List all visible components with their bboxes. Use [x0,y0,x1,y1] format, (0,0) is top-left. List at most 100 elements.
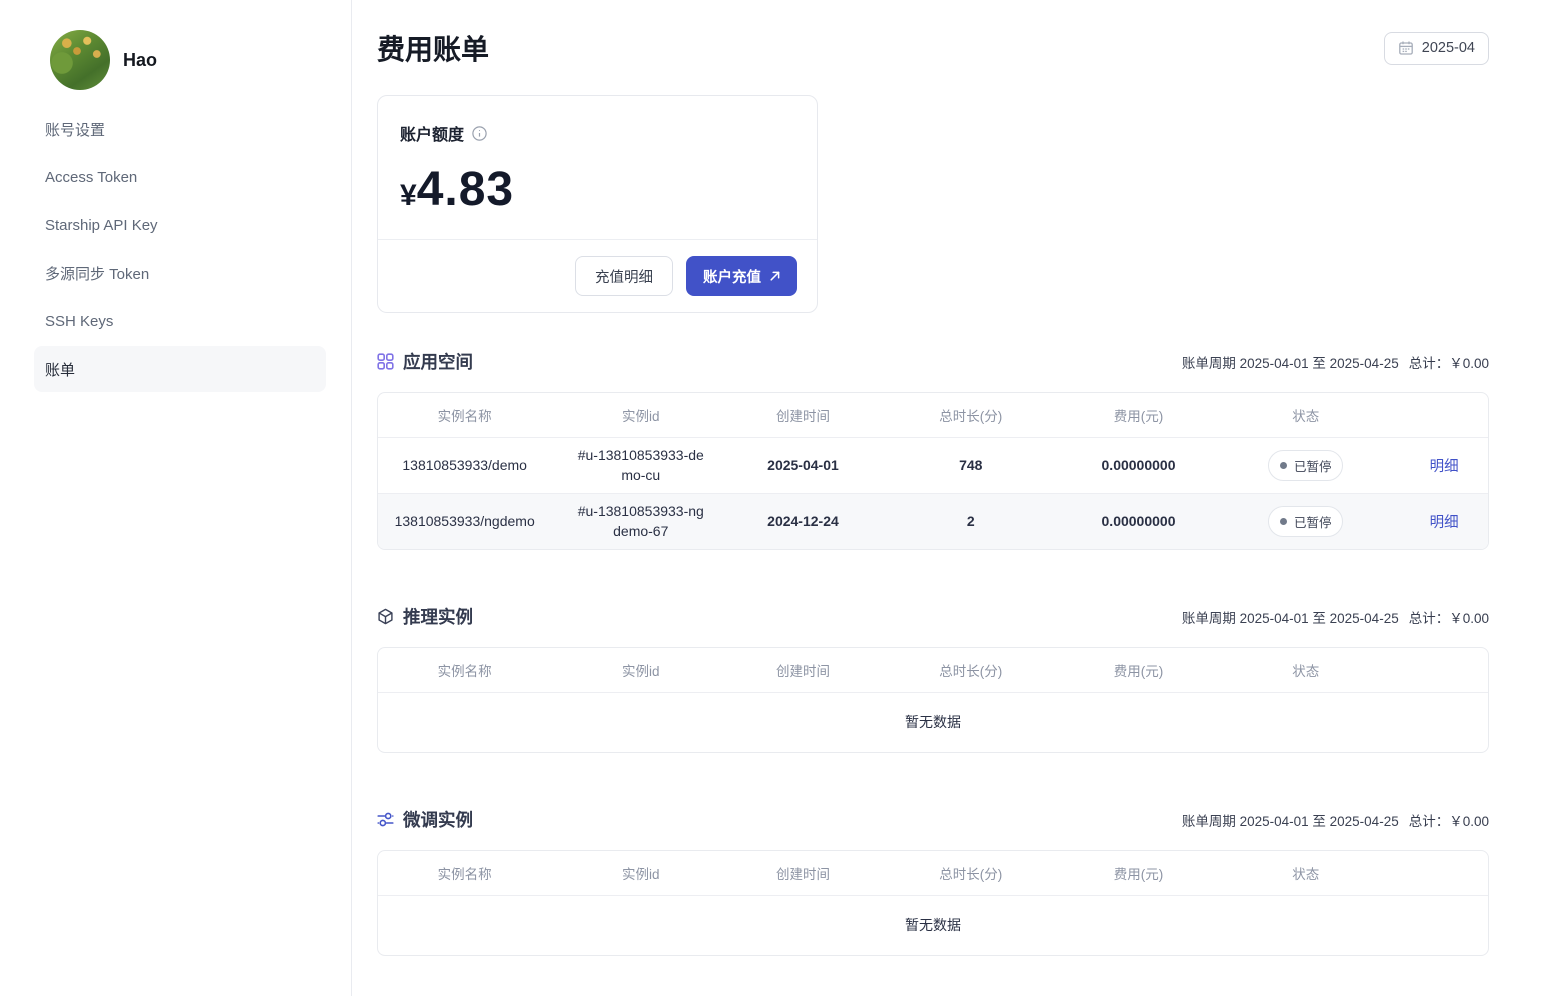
billing-period-total: 总计：￥0.00 [1409,607,1489,627]
balance-card: 账户额度 ¥4.83 充值明细 账户充值 [377,95,818,313]
balance-card-body: 账户额度 ¥4.83 [378,96,817,239]
cell-fee: 0.00000000 [1066,437,1212,493]
billing-period: 账单周期 2025-04-01 至 2025-04-25 总计：￥0.00 [1182,810,1489,830]
cell-instance-id: #u-13810853933-demo-cu [551,437,730,493]
empty-text: 暂无数据 [378,895,1488,955]
instance-id: #u-13810853933-demo-cu [577,445,705,486]
empty-row: 暂无数据 [378,895,1488,955]
grid-icon [377,353,394,370]
table-row: 13810853933/demo #u-13810853933-demo-cu … [378,437,1488,493]
sidebar-item-label: Access Token [45,169,137,186]
col-status: 状态 [1211,393,1400,437]
cube-icon [377,608,394,625]
sidebar-item-ssh-keys[interactable]: SSH Keys [34,298,326,344]
info-icon[interactable] [472,126,487,141]
col-status: 状态 [1211,851,1400,895]
section-app-space: 应用空间 账单周期 2025-04-01 至 2025-04-25 总计：￥0.… [377,349,1489,550]
cell-created: 2024-12-24 [730,493,876,549]
section-finetune: 微调实例 账单周期 2025-04-01 至 2025-04-25 总计：￥0.… [377,807,1489,956]
user-name: Hao [123,50,157,71]
balance-card-footer: 充值明细 账户充值 [378,239,817,312]
col-action [1400,648,1488,692]
col-created: 创建时间 [730,851,876,895]
section-title: 微调实例 [403,807,473,832]
sidebar-item-label: 账单 [45,359,75,380]
cell-action: 明细 [1400,437,1488,493]
col-instance-name: 实例名称 [378,393,551,437]
status-dot-icon [1280,462,1287,469]
sidebar: Hao 账号设置 Access Token Starship API Key 多… [0,0,352,996]
cell-instance-name: 13810853933/demo [378,437,551,493]
col-instance-id: 实例id [551,648,730,692]
section-title: 推理实例 [403,604,473,629]
col-fee: 费用(元) [1066,648,1212,692]
cell-fee: 0.00000000 [1066,493,1212,549]
month-picker-value: 2025-04 [1422,40,1475,56]
col-instance-name: 实例名称 [378,648,551,692]
detail-link[interactable]: 明细 [1430,459,1459,475]
cell-status: 已暂停 [1211,493,1400,549]
balance-currency: ¥ [400,179,417,213]
table-header-row: 实例名称 实例id 创建时间 总时长(分) 费用(元) 状态 [378,393,1488,437]
recharge-button[interactable]: 账户充值 [686,256,797,296]
table-row: 13810853933/ngdemo #u-13810853933-ngdemo… [378,493,1488,549]
col-action [1400,851,1488,895]
sliders-icon [377,811,394,828]
instance-name: 13810853933/demo [402,455,527,475]
billing-period: 账单周期 2025-04-01 至 2025-04-25 总计：￥0.00 [1182,352,1489,372]
status-label: 已暂停 [1294,456,1332,475]
cell-created: 2025-04-01 [730,437,876,493]
user-profile: Hao [50,30,351,90]
empty-row: 暂无数据 [378,692,1488,752]
section-inference: 推理实例 账单周期 2025-04-01 至 2025-04-25 总计：￥0.… [377,604,1489,753]
sidebar-item-multisource-token[interactable]: 多源同步 Token [34,250,326,296]
empty-text: 暂无数据 [378,692,1488,752]
billing-period-range: 账单周期 2025-04-01 至 2025-04-25 [1182,352,1399,372]
col-created: 创建时间 [730,393,876,437]
col-created: 创建时间 [730,648,876,692]
app-space-table: 实例名称 实例id 创建时间 总时长(分) 费用(元) 状态 138108539… [377,392,1489,550]
billing-period-total: 总计：￥0.00 [1409,810,1489,830]
cell-action: 明细 [1400,493,1488,549]
avatar [50,30,110,90]
recharge-detail-button[interactable]: 充值明细 [575,256,673,296]
finetune-table: 实例名称 实例id 创建时间 总时长(分) 费用(元) 状态 暂无数据 [377,850,1489,956]
page-title: 费用账单 [377,28,489,68]
instance-id: #u-13810853933-ngdemo-67 [577,501,705,542]
section-title: 应用空间 [403,349,473,374]
billing-period-range: 账单周期 2025-04-01 至 2025-04-25 [1182,607,1399,627]
col-instance-name: 实例名称 [378,851,551,895]
sidebar-item-account-settings[interactable]: 账号设置 [34,106,326,152]
sidebar-item-label: 账号设置 [45,119,105,140]
status-dot-icon [1280,518,1287,525]
table-header-row: 实例名称 实例id 创建时间 总时长(分) 费用(元) 状态 [378,648,1488,692]
page-header: 费用账单 2025-04 [377,28,1489,68]
balance-value: 4.83 [417,162,514,217]
sidebar-item-starship-api-key[interactable]: Starship API Key [34,202,326,248]
col-action [1400,393,1488,437]
cell-instance-id: #u-13810853933-ngdemo-67 [551,493,730,549]
billing-period-total: 总计：￥0.00 [1409,352,1489,372]
cell-status: 已暂停 [1211,437,1400,493]
col-fee: 费用(元) [1066,851,1212,895]
col-duration: 总时长(分) [876,851,1066,895]
status-label: 已暂停 [1294,512,1332,531]
col-instance-id: 实例id [551,851,730,895]
col-status: 状态 [1211,648,1400,692]
status-badge: 已暂停 [1268,450,1344,481]
sidebar-item-billing[interactable]: 账单 [34,346,326,392]
detail-link[interactable]: 明细 [1430,515,1459,531]
month-picker[interactable]: 2025-04 [1384,32,1489,65]
billing-period-range: 账单周期 2025-04-01 至 2025-04-25 [1182,810,1399,830]
calendar-icon [1398,40,1414,56]
main-content: 费用账单 2025-04 账户额度 [352,0,1542,996]
recharge-button-label: 账户充值 [703,266,761,287]
instance-name: 13810853933/ngdemo [395,511,535,531]
col-duration: 总时长(分) [876,393,1066,437]
sidebar-item-access-token[interactable]: Access Token [34,154,326,200]
arrow-up-right-icon [770,271,780,281]
table-header-row: 实例名称 实例id 创建时间 总时长(分) 费用(元) 状态 [378,851,1488,895]
billing-period: 账单周期 2025-04-01 至 2025-04-25 总计：￥0.00 [1182,607,1489,627]
balance-amount: ¥4.83 [400,162,795,217]
cell-duration: 2 [876,493,1066,549]
